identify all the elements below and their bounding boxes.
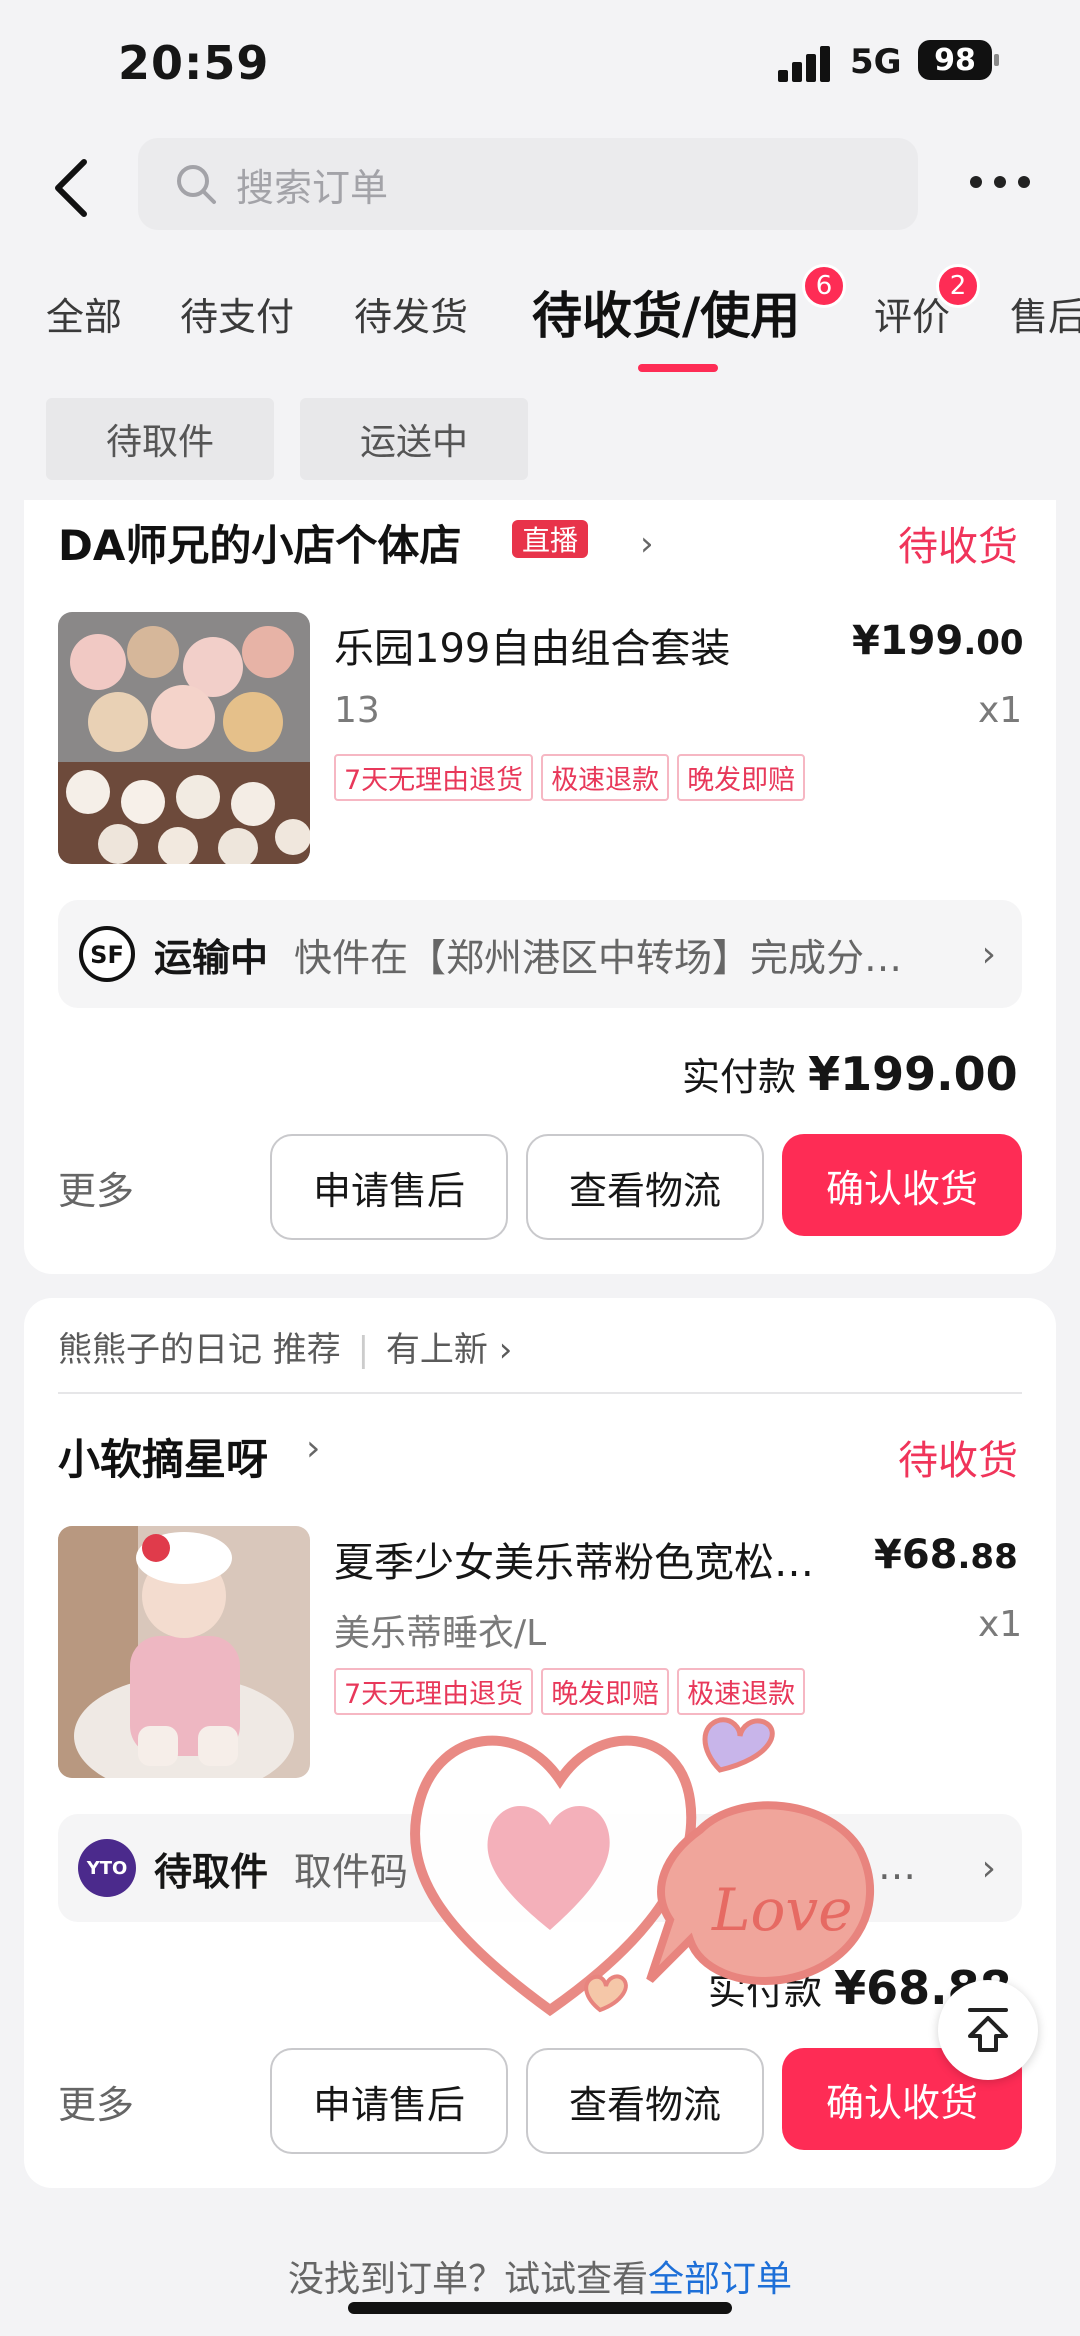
tab-badge-receipt: 6 bbox=[802, 264, 846, 308]
tab-pending-shipment[interactable]: 待发货 bbox=[354, 286, 468, 341]
yto-express-logo-icon: YTO bbox=[78, 1839, 136, 1897]
recommend-separator: | bbox=[357, 1330, 370, 1370]
product-price: ¥199.00 bbox=[852, 618, 1024, 664]
love-sticker: Love bbox=[400, 1680, 880, 2040]
order-status: 待收货 bbox=[898, 1438, 1018, 1484]
footer-text: 没找到订单？试试查看 bbox=[287, 2259, 648, 2300]
courier-logo-text: YTO bbox=[86, 1857, 128, 1879]
shop-name[interactable]: 小软摘星呀 bbox=[58, 1426, 268, 1487]
tab-all[interactable]: 全部 bbox=[46, 286, 122, 341]
shipping-detail: 快件在【郑州港区中转场】完成分… bbox=[294, 935, 903, 980]
paid-label: 实付款 bbox=[682, 1055, 797, 1099]
price-decimal: .88 bbox=[957, 1537, 1018, 1577]
battery-level: 98 bbox=[934, 42, 976, 78]
chevron-right-icon: › bbox=[981, 1847, 996, 1889]
view-logistics-button[interactable]: 查看物流 bbox=[526, 1134, 764, 1240]
chevron-right-icon: › bbox=[981, 933, 996, 975]
shipping-detail-ellipsis: … bbox=[878, 1844, 916, 1888]
product-title[interactable]: 乐园199自由组合套装 bbox=[334, 616, 754, 674]
battery-icon: 98 bbox=[918, 40, 992, 80]
product-image[interactable] bbox=[58, 612, 310, 864]
pickup-code-label: 取件码 bbox=[294, 1849, 409, 1894]
search-icon bbox=[177, 165, 216, 204]
divider bbox=[58, 1392, 1022, 1394]
paid-amount: ¥199.00 bbox=[808, 1047, 1018, 1101]
chevron-right-icon[interactable]: › bbox=[640, 524, 654, 564]
shipping-status: 待取件 bbox=[154, 1849, 269, 1894]
more-actions[interactable]: 更多 bbox=[58, 2074, 134, 2129]
price-decimal: .00 bbox=[963, 623, 1024, 663]
chip-in-transit[interactable]: 运送中 bbox=[300, 398, 528, 480]
service-tag: 极速退款 bbox=[541, 754, 670, 801]
product-spec: 美乐蒂睡衣/L bbox=[334, 1613, 547, 1654]
tab-badge-review: 2 bbox=[936, 264, 980, 308]
tab-pending-payment[interactable]: 待支付 bbox=[180, 286, 294, 341]
confirm-receipt-button[interactable]: 确认收货 bbox=[782, 1134, 1022, 1236]
network-label: 5G bbox=[850, 42, 902, 82]
more-options-icon[interactable] bbox=[970, 176, 1030, 190]
search-placeholder: 搜索订单 bbox=[236, 165, 389, 210]
home-indicator bbox=[348, 2302, 732, 2314]
scroll-to-top-button[interactable] bbox=[938, 1980, 1038, 2080]
arrow-up-icon bbox=[968, 2008, 1008, 2052]
live-tag-label: 直播 bbox=[522, 524, 579, 557]
service-tags: 7天无理由退货 极速退款 晚发即赔 bbox=[334, 754, 806, 801]
tab-after-sales[interactable]: 售后 bbox=[1010, 286, 1080, 341]
paid-total: 实付款 ¥199.00 bbox=[682, 1046, 1018, 1101]
back-arrow-icon[interactable] bbox=[50, 156, 98, 220]
status-time: 20:59 bbox=[118, 36, 270, 90]
all-orders-link[interactable]: 全部订单 bbox=[648, 2259, 792, 2300]
order-status: 待收货 bbox=[898, 524, 1018, 570]
product-image[interactable] bbox=[58, 1526, 310, 1778]
price-integer: ¥199 bbox=[852, 618, 964, 664]
chevron-right-icon[interactable]: › bbox=[306, 1428, 320, 1469]
view-logistics-button[interactable]: 查看物流 bbox=[526, 2048, 764, 2154]
chip-pickup[interactable]: 待取件 bbox=[46, 398, 274, 480]
battery-cap bbox=[994, 54, 999, 66]
recommend-source: 熊熊子的日记 推荐 bbox=[58, 1330, 341, 1370]
service-tag: 晚发即赔 bbox=[677, 754, 806, 801]
search-input[interactable]: 搜索订单 bbox=[138, 138, 918, 230]
live-tag: 直播 bbox=[512, 520, 589, 558]
sticker-text: Love bbox=[711, 1876, 853, 1944]
more-actions[interactable]: 更多 bbox=[58, 1160, 134, 1215]
after-sale-button[interactable]: 申请售后 bbox=[270, 1134, 508, 1240]
shop-name[interactable]: DA师兄的小店个体店 bbox=[58, 512, 461, 573]
shipping-status: 运输中 bbox=[154, 935, 269, 980]
active-tab-indicator bbox=[638, 364, 718, 372]
signal-icon bbox=[778, 44, 834, 82]
sf-express-logo-icon: SF bbox=[79, 926, 135, 982]
svg-text:SF: SF bbox=[90, 941, 124, 969]
service-tag: 7天无理由退货 bbox=[334, 754, 534, 801]
product-quantity: x1 bbox=[978, 1604, 1023, 1645]
product-quantity: x1 bbox=[978, 690, 1023, 731]
shipping-status-bar[interactable]: SF 运输中 快件在【郑州港区中转场】完成分… › bbox=[58, 900, 1022, 1008]
after-sale-button[interactable]: 申请售后 bbox=[270, 2048, 508, 2154]
recommend-bar[interactable]: 熊熊子的日记 推荐 | 有上新 › bbox=[58, 1322, 512, 1371]
recommend-new: 有上新 bbox=[385, 1330, 488, 1370]
product-price: ¥68.88 bbox=[874, 1532, 1018, 1578]
price-integer: ¥68 bbox=[874, 1532, 958, 1578]
chevron-right-icon: › bbox=[498, 1330, 513, 1370]
product-title[interactable]: 夏季少女美乐蒂粉色宽松… bbox=[334, 1530, 824, 1588]
product-spec: 13 bbox=[334, 690, 380, 731]
tab-pending-receipt[interactable]: 待收货/使用 bbox=[532, 276, 800, 348]
footer-hint: 没找到订单？试试查看全部订单 bbox=[0, 2250, 1080, 2302]
